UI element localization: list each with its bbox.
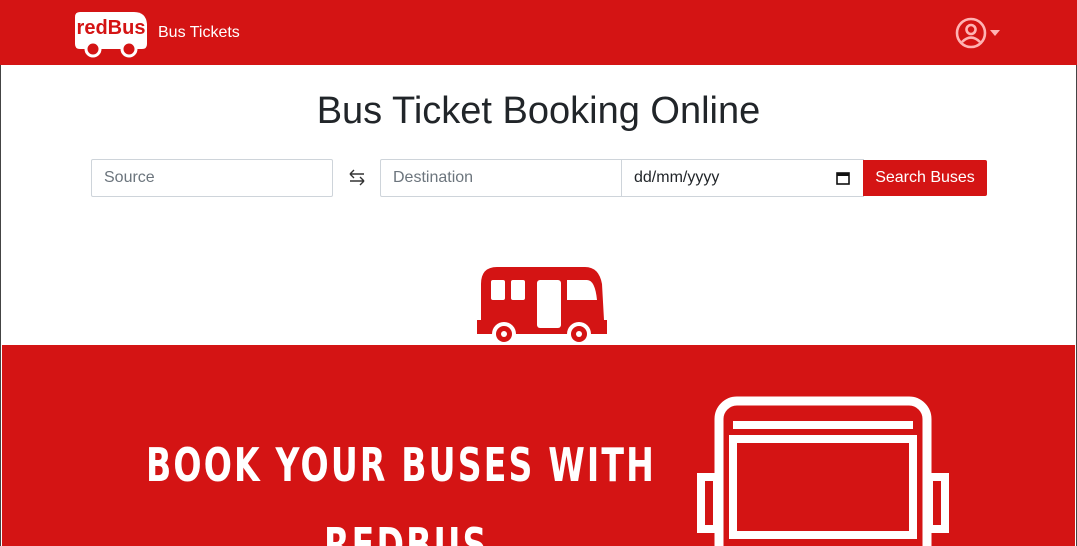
brand-link[interactable]: Bus Tickets xyxy=(158,23,240,43)
banner-headline: BOOK YOUR BUSES WITH xyxy=(146,438,657,492)
bus-front-icon xyxy=(697,396,949,546)
date-value: dd/mm/yyyy xyxy=(634,169,720,186)
redbus-logo[interactable]: redBus xyxy=(72,8,150,58)
search-buses-button[interactable]: Search Buses xyxy=(863,160,987,196)
page-title: Bus Ticket Booking Online xyxy=(316,90,761,132)
promo-banner: BOOK YOUR BUSES WITH REDBUS xyxy=(2,345,1075,546)
bus-icon xyxy=(477,267,607,346)
logo-text: redBus xyxy=(77,17,146,39)
swap-arrows-icon[interactable] xyxy=(346,166,368,188)
calendar-icon[interactable] xyxy=(835,170,851,186)
caret-down-icon xyxy=(990,30,1000,36)
date-picker[interactable]: dd/mm/yyyy xyxy=(621,159,864,197)
account-menu[interactable] xyxy=(954,16,1004,50)
destination-input[interactable] xyxy=(380,159,622,197)
top-navbar: redBus Bus Tickets xyxy=(0,0,1077,65)
user-circle-icon xyxy=(955,17,987,49)
source-input[interactable] xyxy=(91,159,333,197)
banner-headline-brand: REDBUS xyxy=(324,518,489,546)
